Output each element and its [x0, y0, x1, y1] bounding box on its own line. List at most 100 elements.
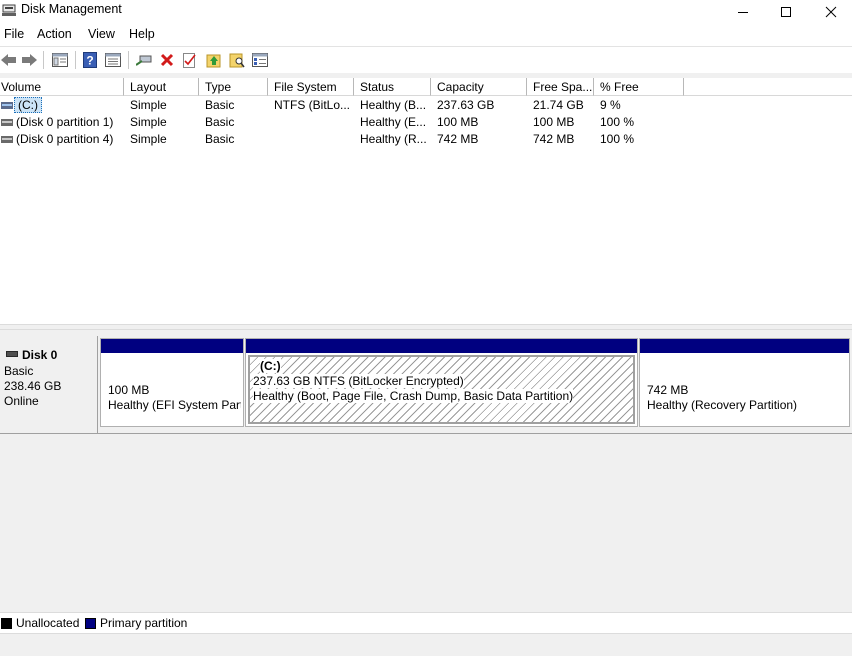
menu-action[interactable]: Action	[37, 27, 72, 41]
title-bar: Disk Management	[0, 0, 852, 24]
disk-graphical-view: Disk 0 Basic 238.46 GB Online 100 MB Hea…	[0, 330, 852, 612]
partition-size: 100 MB	[108, 383, 150, 397]
partition-efi[interactable]: 100 MB Healthy (EFI System Parti	[100, 338, 244, 427]
column-header-layout[interactable]: Layout	[124, 78, 199, 96]
toolbar-separator	[43, 51, 44, 69]
status-bar	[0, 633, 852, 656]
legend: Unallocated Primary partition	[0, 612, 852, 633]
maximize-button[interactable]	[763, 0, 809, 24]
column-header-status[interactable]: Status	[354, 78, 431, 96]
volume-name: (C:)	[14, 97, 42, 113]
primary-partition-bar	[246, 339, 637, 353]
column-header-percent-free[interactable]: % Free	[594, 78, 684, 96]
partition-status: Healthy (Recovery Partition)	[647, 398, 798, 412]
properties-list-button[interactable]	[104, 51, 122, 69]
column-header-capacity[interactable]: Capacity	[431, 78, 527, 96]
table-row[interactable]: (Disk 0 partition 4) Simple Basic Health…	[0, 131, 852, 148]
partition-status: Healthy (Boot, Page File, Crash Dump, Ba…	[253, 389, 574, 403]
file-system-cell	[268, 114, 354, 131]
type-cell: Basic	[205, 132, 235, 146]
primary-partition-bar	[101, 339, 243, 353]
column-header-free-space[interactable]: Free Spa...	[527, 78, 594, 96]
up-folder-button[interactable]	[205, 51, 223, 69]
delete-icon	[160, 53, 174, 67]
disk-0-label[interactable]: Disk 0 Basic 238.46 GB Online	[0, 336, 98, 434]
toolbar-separator	[128, 51, 129, 69]
partition-c-drive[interactable]: (C:) 237.63 GB NTFS (BitLocker Encrypted…	[245, 338, 638, 427]
percent-free-cell: 9 %	[600, 98, 621, 112]
type-cell: Basic	[205, 115, 235, 129]
file-system-cell	[268, 131, 354, 148]
toolbar: ?	[0, 46, 852, 73]
disk-state: Online	[4, 394, 39, 408]
layout-cell: Simple	[130, 115, 167, 129]
delete-button[interactable]	[158, 51, 176, 69]
settings-list-icon	[252, 53, 268, 67]
minimize-icon	[738, 12, 748, 13]
disk-management-app-icon	[2, 4, 16, 16]
free-space-cell: 742 MB	[533, 132, 575, 146]
settings-list-button[interactable]	[251, 51, 269, 69]
legend-unallocated: Unallocated	[16, 616, 80, 630]
status-cell: Healthy (E...	[360, 115, 427, 129]
status-cell: Healthy (B...	[360, 98, 427, 112]
disk-size: 238.46 GB	[4, 379, 62, 393]
check-properties-icon	[183, 52, 196, 68]
status-cell: Healthy (R...	[360, 132, 427, 146]
partition-recovery[interactable]: 742 MB Healthy (Recovery Partition)	[639, 338, 850, 427]
minimize-button[interactable]	[720, 0, 766, 24]
partition-body-selected: (C:) 237.63 GB NTFS (BitLocker Encrypted…	[248, 355, 635, 424]
up-folder-icon	[206, 54, 221, 68]
volume-list: Volume Layout Type File System Status Ca…	[0, 78, 852, 324]
volume-name: (Disk 0 partition 1)	[16, 115, 114, 129]
console-tree-icon	[52, 53, 68, 67]
close-button[interactable]	[808, 0, 852, 24]
capacity-cell: 237.63 GB	[437, 98, 495, 112]
back-arrow-icon	[1, 54, 16, 66]
properties-list-icon	[105, 53, 121, 67]
menu-help[interactable]: Help	[129, 27, 155, 41]
help-button[interactable]: ?	[81, 51, 99, 69]
percent-free-cell: 100 %	[600, 132, 635, 146]
capacity-cell: 742 MB	[437, 132, 479, 146]
column-header-file-system[interactable]: File System	[268, 78, 354, 96]
partition-status: Healthy (EFI System Parti	[108, 398, 241, 412]
back-button[interactable]	[0, 51, 18, 69]
menu-file[interactable]: File	[4, 27, 24, 41]
help-icon: ?	[83, 52, 97, 68]
legend-primary-partition: Primary partition	[100, 616, 188, 630]
maximize-icon	[781, 7, 791, 17]
check-properties-button[interactable]	[181, 51, 199, 69]
disk-row-divider	[0, 433, 852, 434]
toolbar-separator	[75, 51, 76, 69]
column-header-filler	[684, 78, 852, 96]
connect-disk-button[interactable]	[135, 51, 153, 69]
connect-disk-icon	[136, 55, 152, 66]
window-title: Disk Management	[21, 2, 122, 16]
capacity-cell: 100 MB	[437, 115, 479, 129]
console-tree-button[interactable]	[51, 51, 69, 69]
forward-button[interactable]	[20, 51, 38, 69]
partition-body: 742 MB Healthy (Recovery Partition)	[642, 355, 847, 424]
table-row[interactable]: (Disk 0 partition 1) Simple Basic Health…	[0, 114, 852, 131]
search-folder-button[interactable]	[228, 51, 246, 69]
disk-kind: Basic	[4, 364, 34, 378]
column-header-type[interactable]: Type	[199, 78, 268, 96]
unallocated-swatch	[1, 618, 12, 629]
forward-arrow-icon	[22, 54, 37, 66]
table-row[interactable]: (C:) Simple Basic NTFS (BitLo... Healthy…	[0, 97, 852, 114]
partition-size: 237.63 GB NTFS (BitLocker Encrypted)	[253, 374, 464, 388]
menu-view[interactable]: View	[88, 27, 115, 41]
layout-cell: Simple	[130, 132, 167, 146]
primary-partition-bar	[640, 339, 849, 353]
disk-icon	[6, 351, 18, 357]
partition-body: 100 MB Healthy (EFI System Parti	[103, 355, 241, 424]
partition-label: (C:)	[260, 359, 281, 373]
percent-free-cell: 100 %	[600, 115, 635, 129]
primary-partition-swatch	[85, 618, 96, 629]
menu-bar: File Action View Help	[0, 24, 852, 46]
close-icon	[825, 6, 837, 18]
column-header-volume[interactable]: Volume	[0, 78, 124, 96]
free-space-cell: 21.74 GB	[533, 98, 584, 112]
file-system-cell: NTFS (BitLo...	[274, 98, 351, 112]
